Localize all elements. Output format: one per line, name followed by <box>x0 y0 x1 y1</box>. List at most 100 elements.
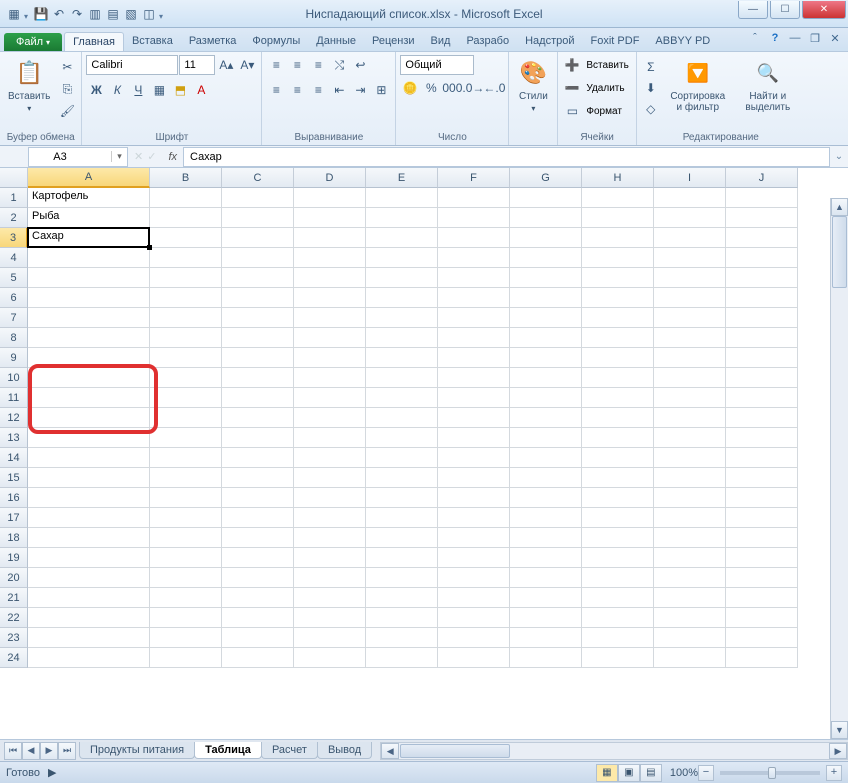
row-header-4[interactable]: 4 <box>0 248 28 268</box>
cell-J12[interactable] <box>726 408 798 428</box>
cell-C16[interactable] <box>222 488 294 508</box>
tab-рецензи[interactable]: Рецензи <box>364 32 423 51</box>
increase-indent-icon[interactable]: ⇥ <box>350 80 370 100</box>
cell-I15[interactable] <box>654 468 726 488</box>
cell-J13[interactable] <box>726 428 798 448</box>
row-header-8[interactable]: 8 <box>0 328 28 348</box>
cell-C14[interactable] <box>222 448 294 468</box>
cell-G21[interactable] <box>510 588 582 608</box>
cell-C7[interactable] <box>222 308 294 328</box>
border-icon[interactable]: ▦ <box>149 80 169 100</box>
cell-J15[interactable] <box>726 468 798 488</box>
cell-E13[interactable] <box>366 428 438 448</box>
cell-C17[interactable] <box>222 508 294 528</box>
tab-вид[interactable]: Вид <box>423 32 459 51</box>
hscroll-track[interactable] <box>511 743 829 759</box>
cell-B17[interactable] <box>150 508 222 528</box>
row-header-18[interactable]: 18 <box>0 528 28 548</box>
sheet-nav-prev-icon[interactable]: ◀ <box>22 742 40 760</box>
cell-I4[interactable] <box>654 248 726 268</box>
cell-F5[interactable] <box>438 268 510 288</box>
cell-C1[interactable] <box>222 188 294 208</box>
view-layout-icon[interactable]: ▣ <box>618 764 640 782</box>
row-header-16[interactable]: 16 <box>0 488 28 508</box>
decrease-decimal-icon[interactable]: ←.0 <box>484 78 504 98</box>
cell-A19[interactable] <box>28 548 150 568</box>
row-header-21[interactable]: 21 <box>0 588 28 608</box>
row-header-6[interactable]: 6 <box>0 288 28 308</box>
cell-B9[interactable] <box>150 348 222 368</box>
name-box-drop-icon[interactable]: ▾ <box>111 151 127 162</box>
cell-A16[interactable] <box>28 488 150 508</box>
cell-C23[interactable] <box>222 628 294 648</box>
row-header-1[interactable]: 1 <box>0 188 28 208</box>
cell-C12[interactable] <box>222 408 294 428</box>
copy-icon[interactable]: ⎘ <box>57 79 77 99</box>
enter-formula-icon[interactable]: ✓ <box>147 150 156 163</box>
bold-button[interactable]: Ж <box>86 80 106 100</box>
cell-G10[interactable] <box>510 368 582 388</box>
cell-E11[interactable] <box>366 388 438 408</box>
cell-J22[interactable] <box>726 608 798 628</box>
insert-cells-icon[interactable]: ➕ <box>562 55 582 75</box>
cell-B23[interactable] <box>150 628 222 648</box>
scroll-down-icon[interactable]: ▼ <box>831 721 848 739</box>
cell-A8[interactable] <box>28 328 150 348</box>
cell-I13[interactable] <box>654 428 726 448</box>
cell-B7[interactable] <box>150 308 222 328</box>
row-header-2[interactable]: 2 <box>0 208 28 228</box>
cell-D14[interactable] <box>294 448 366 468</box>
align-top-icon[interactable]: ≡ <box>266 55 286 75</box>
row-header-22[interactable]: 22 <box>0 608 28 628</box>
cell-H17[interactable] <box>582 508 654 528</box>
cell-H6[interactable] <box>582 288 654 308</box>
align-middle-icon[interactable]: ≡ <box>287 55 307 75</box>
cell-G20[interactable] <box>510 568 582 588</box>
cell-G4[interactable] <box>510 248 582 268</box>
cell-D24[interactable] <box>294 648 366 668</box>
cell-I22[interactable] <box>654 608 726 628</box>
redo-icon[interactable]: ↷ <box>69 6 85 22</box>
cell-J6[interactable] <box>726 288 798 308</box>
cell-G6[interactable] <box>510 288 582 308</box>
cell-F15[interactable] <box>438 468 510 488</box>
cell-H18[interactable] <box>582 528 654 548</box>
cell-C21[interactable] <box>222 588 294 608</box>
column-header-H[interactable]: H <box>582 168 654 188</box>
cell-G15[interactable] <box>510 468 582 488</box>
cell-I17[interactable] <box>654 508 726 528</box>
view-normal-icon[interactable]: ▦ <box>596 764 618 782</box>
cell-A9[interactable] <box>28 348 150 368</box>
cell-I6[interactable] <box>654 288 726 308</box>
cell-C2[interactable] <box>222 208 294 228</box>
cell-I23[interactable] <box>654 628 726 648</box>
delete-cells-icon[interactable]: ➖ <box>562 78 582 98</box>
paste-drop-icon[interactable]: ▾ <box>27 104 31 113</box>
cell-D8[interactable] <box>294 328 366 348</box>
cell-C9[interactable] <box>222 348 294 368</box>
merge-icon[interactable]: ⊞ <box>371 80 391 100</box>
cell-H14[interactable] <box>582 448 654 468</box>
cell-B19[interactable] <box>150 548 222 568</box>
cell-C13[interactable] <box>222 428 294 448</box>
column-header-E[interactable]: E <box>366 168 438 188</box>
tab-foxit pdf[interactable]: Foxit PDF <box>583 32 648 51</box>
cell-F11[interactable] <box>438 388 510 408</box>
percent-icon[interactable]: % <box>421 78 441 98</box>
tab-формулы[interactable]: Формулы <box>244 32 308 51</box>
column-header-C[interactable]: C <box>222 168 294 188</box>
cell-I9[interactable] <box>654 348 726 368</box>
cell-A20[interactable] <box>28 568 150 588</box>
cell-J23[interactable] <box>726 628 798 648</box>
cell-H12[interactable] <box>582 408 654 428</box>
cell-I11[interactable] <box>654 388 726 408</box>
row-header-15[interactable]: 15 <box>0 468 28 488</box>
column-header-J[interactable]: J <box>726 168 798 188</box>
cell-H13[interactable] <box>582 428 654 448</box>
cell-G13[interactable] <box>510 428 582 448</box>
cell-D3[interactable] <box>294 228 366 248</box>
cell-G19[interactable] <box>510 548 582 568</box>
cell-H8[interactable] <box>582 328 654 348</box>
cell-F21[interactable] <box>438 588 510 608</box>
cell-D18[interactable] <box>294 528 366 548</box>
